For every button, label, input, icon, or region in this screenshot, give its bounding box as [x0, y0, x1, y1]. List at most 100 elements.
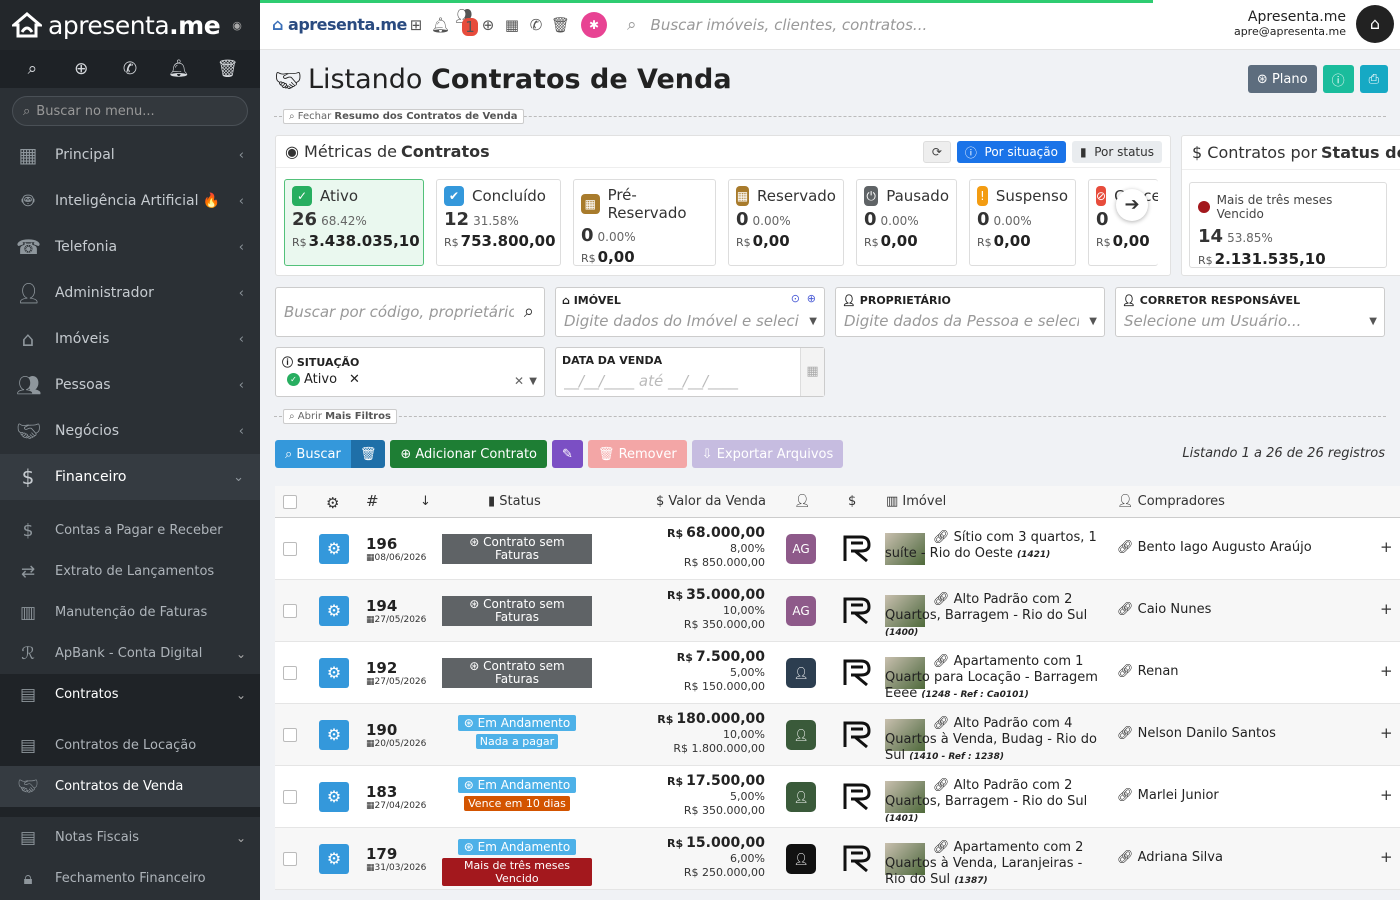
metric-card-4[interactable]: ⏻ Pausado 0 0.00% R$ 0,00 [856, 179, 957, 266]
header-imovel[interactable]: ▥ Imóvel [886, 494, 946, 509]
table-row[interactable]: ⚙ 190 ▦20/05/2026 ⊛ Em Andamento Nada a paga… [275, 704, 1400, 766]
adicionar-contrato-button[interactable]: ⊕ Adicionar Contrato [390, 440, 548, 468]
property-link[interactable]: 🔗︎ Sítio com 3 quartos, 1 suíte - Rio do… [885, 530, 1105, 563]
avatar[interactable]: AG [786, 596, 816, 626]
avatar[interactable]: 👤︎ [786, 844, 816, 874]
globe-icon[interactable]: ⊕ [479, 16, 497, 34]
buyer-link[interactable]: 🔗︎ Nelson Danilo Santos [1117, 726, 1276, 741]
por-status-button[interactable]: ▮ Por status [1071, 141, 1162, 163]
avatar[interactable]: 👤︎ [786, 782, 816, 812]
table-row[interactable]: ⚙ 194 ▦27/05/2026 ⊛ Contrato sem Faturas R$ 3… [275, 580, 1400, 642]
data-venda-range[interactable]: DATA DA VENDA __/__/____ até __/__/____ … [555, 347, 825, 397]
trash-icon[interactable]: 🗑︎ [213, 59, 243, 79]
table-row[interactable]: ⚙ 183 ▦27/04/2026 ⊛ Em Andamento Vence em 10… [275, 766, 1400, 828]
phone-icon[interactable]: ✆ [527, 16, 545, 34]
refresh-button[interactable]: ⟳ [922, 141, 951, 163]
ai-assistant-button[interactable]: ✱ [581, 11, 607, 38]
sidebar-item-5[interactable]: 👥︎ Pessoas ‹ [0, 362, 260, 408]
property-link[interactable]: 🔗︎ Apartamento com 2 Quartos à Venda, La… [885, 840, 1105, 889]
settings-icon[interactable]: ⚙ [319, 844, 349, 874]
row-checkbox[interactable] [283, 790, 297, 804]
settings-icon[interactable]: ⚙ [319, 534, 349, 564]
sidebar-subitem-0[interactable]: $ Contas a Pagar e Receber [0, 510, 260, 551]
buyer-link[interactable]: 🔗︎ Marlei Junior [1117, 788, 1219, 803]
sidebar-item-0[interactable]: ▦ Principal ‹ [0, 132, 260, 178]
sidebar-subitem-2[interactable]: ▥ Manutenção de Faturas [0, 592, 260, 633]
sidebar-item-7[interactable]: $ Financeiro ⌄ [0, 454, 260, 500]
sidebar-subitem-1[interactable]: ⇄ Extrato de Lançamentos [0, 551, 260, 592]
user-info[interactable]: Apresenta.me apre@apresenta.me [1234, 9, 1346, 38]
expand-icon[interactable]: + [1380, 662, 1393, 680]
property-link[interactable]: 🔗︎ Alto Padrão com 2 Quartos, Barragem -… [885, 592, 1105, 641]
buyer-link[interactable]: 🔗︎ Caio Nunes [1117, 602, 1211, 617]
sidebar-subitem-6[interactable]: 🤝︎ Contratos de Venda [0, 766, 260, 807]
contract-number[interactable]: 196 [366, 535, 397, 553]
buscar-button[interactable]: ⌕ Buscar [275, 440, 351, 468]
table-row[interactable]: ⚙ 196 ▦08/06/2026 ⊛ Contrato sem Faturas R$ 6… [275, 518, 1400, 580]
row-checkbox[interactable] [283, 604, 297, 618]
apps-grid-icon[interactable]: ⊞ [407, 16, 425, 34]
sidebar-item-6[interactable]: 🤝︎ Negócios ‹ [0, 408, 260, 454]
next-arrow-icon[interactable]: ➔ [1116, 189, 1148, 221]
contract-number[interactable]: 183 [366, 783, 397, 801]
buyer-link[interactable]: 🔗︎ Bento Iago Augusto Araújo [1117, 540, 1312, 555]
property-link[interactable]: 🔗︎ Alto Padrão com 2 Quartos, Barragem -… [885, 778, 1105, 827]
calendar-icon[interactable]: ▦ [503, 16, 521, 34]
header-status[interactable]: ▮ Status [488, 494, 541, 509]
bell-icon[interactable]: 🔔︎ [431, 16, 450, 34]
expand-icon[interactable]: + [1380, 848, 1393, 866]
table-row[interactable]: ⚙ 179 ▦31/03/2026 ⊛ Em Andamento Mais de trê… [275, 828, 1400, 890]
header-valor[interactable]: $ Valor da Venda [656, 494, 766, 509]
remove-tag-icon[interactable]: ✕ [349, 372, 360, 387]
contract-number[interactable]: 190 [366, 721, 397, 739]
calendar-icon[interactable]: ▦ [800, 348, 824, 396]
topbar-logo[interactable]: ⌂ apresenta.me [272, 15, 407, 34]
sidebar-item-2[interactable]: ☎ Telefonia ‹ [0, 224, 260, 270]
imovel-select[interactable]: ⌂ IMÓVEL ⊙ ⊕ Digite dados do Imóvel e se… [555, 287, 825, 337]
edit-button[interactable]: ✎ [552, 440, 583, 468]
sidebar-subitem-7[interactable]: ▤ Notas Fiscais ⌄ [0, 817, 260, 858]
contract-number[interactable]: 194 [366, 597, 397, 615]
sidebar-subitem-8[interactable]: 🔒︎ Fechamento Financeiro [0, 858, 260, 899]
metric-card-3[interactable]: ▦ Reservado 0 0.00% R$ 0,00 [728, 179, 844, 266]
add-circle-icon[interactable]: ⊕ [807, 292, 816, 305]
avatar[interactable]: 👤︎ [786, 658, 816, 688]
bell-icon[interactable]: 🔔︎ [164, 59, 194, 79]
toggle-filtros-button[interactable]: ⌕ Abrir Mais Filtros [283, 409, 397, 424]
menu-search-input[interactable]: ⌕ Buscar no menu... [12, 96, 248, 126]
print-button[interactable]: ⎙ [1359, 65, 1388, 93]
remover-button[interactable]: 🗑︎ Remover [587, 440, 687, 468]
contract-number[interactable]: 179 [366, 845, 397, 863]
table-row[interactable]: ⚙ 192 ▦27/05/2026 ⊛ Contrato sem Faturas R$ 7… [275, 642, 1400, 704]
sidebar-subitem-4[interactable]: ▤ Contratos ⌄ [0, 674, 260, 715]
settings-icon[interactable]: ⚙ [319, 658, 349, 688]
metric-card-1[interactable]: ✔ Concluído 12 31.58% R$ 753.800,00 [436, 179, 561, 266]
settings-icon[interactable]: ⚙ [319, 596, 349, 626]
row-checkbox[interactable] [283, 666, 297, 680]
buyer-link[interactable]: 🔗︎ Renan [1117, 664, 1179, 679]
sort-arrow-icon[interactable]: ↓ [420, 494, 431, 509]
expand-icon[interactable]: + [1380, 724, 1393, 742]
info-button[interactable]: ⓘ [1322, 65, 1354, 93]
expand-icon[interactable]: + [1380, 538, 1393, 556]
contract-number[interactable]: 192 [366, 659, 397, 677]
corretor-select[interactable]: 👤︎ CORRETOR RESPONSÁVEL Selecione um Usu… [1115, 287, 1385, 337]
search-icon[interactable]: ⌕ [17, 59, 47, 79]
avatar[interactable]: AG [786, 534, 816, 564]
global-search-input[interactable]: ⌕ Buscar imóveis, clientes, contratos... [627, 15, 927, 35]
settings-icon[interactable]: ⚙ [319, 782, 349, 812]
exportar-button[interactable]: ⇩ Exportar Arquivos [691, 440, 844, 468]
metric-card-0[interactable]: ✓ Ativo 26 68.42% R$ 3.438.035,10 [284, 179, 424, 266]
plano-button[interactable]: ⊛ Plano [1247, 65, 1317, 93]
metric-card-2[interactable]: ▦ Pré-Reservado 0 0.00% R$ 0,00 [573, 179, 716, 266]
sidebar-item-4[interactable]: ⌂ Imóveis ‹ [0, 316, 260, 362]
expand-icon[interactable]: + [1380, 786, 1393, 804]
settings-icon[interactable]: ⚙ [319, 720, 349, 750]
sidebar-item-1[interactable]: 🤖︎ Inteligência Artificial 🔥 ‹ [0, 178, 260, 224]
toggle-resumo-button[interactable]: ⌕ Fechar Resumo dos Contratos de Venda [283, 109, 524, 124]
property-link[interactable]: 🔗︎ Apartamento com 1 Quarto para Locação… [885, 654, 1105, 703]
pin-icon[interactable]: ◉ [232, 19, 242, 32]
sidebar-subitem-5[interactable]: ▤ Contratos de Locação [0, 725, 260, 766]
property-link[interactable]: 🔗︎ Alto Padrão com 4 Quartos à Venda, Bu… [885, 716, 1105, 765]
buyer-link[interactable]: 🔗︎ Adriana Silva [1117, 850, 1223, 865]
